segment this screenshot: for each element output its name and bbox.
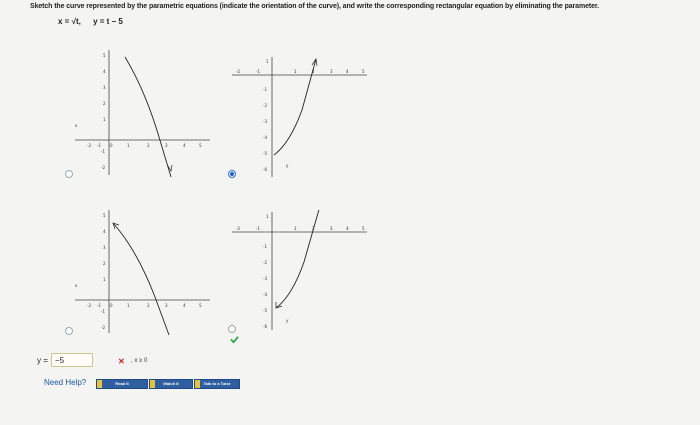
radio-option-b[interactable] xyxy=(228,170,236,178)
graph-b-ytick: -4 xyxy=(263,135,267,140)
graph-d-plot: -2 -1 1 2 3 4 5 1 -1 -2 -3 -4 -5 -6 y xyxy=(232,210,367,330)
answer-label: y = xyxy=(37,355,48,365)
graph-c-xtick: -2 xyxy=(87,303,91,308)
graph-c-curve xyxy=(112,222,170,336)
domain-restriction: , x ≥ 0 xyxy=(131,358,148,364)
graph-a-xtick: 5 xyxy=(199,143,202,148)
graph-d-ytick: -1 xyxy=(263,244,267,249)
graph-c-xlabel: x xyxy=(75,283,78,288)
graph-a-xtick: 1 xyxy=(127,143,130,148)
graph-a-xtick: 4 xyxy=(183,143,186,148)
graph-a-plot: -2 -1 0 1 2 3 4 5 5 4 3 2 1 -1 -2 x xyxy=(75,50,210,178)
graph-d-ytick: -3 xyxy=(263,276,267,281)
graph-a-xtick: 2 xyxy=(147,143,150,148)
graph-c-ytick: -2 xyxy=(101,325,105,330)
graph-d-curve xyxy=(275,210,320,309)
graph-b-ytick: -6 xyxy=(263,167,267,172)
equation-x: x = √t, xyxy=(58,17,81,26)
graph-a-xtick: 0 xyxy=(110,143,113,148)
graph-b-ytick: -3 xyxy=(263,119,267,124)
parametric-equations: x = √t, y = t − 5 xyxy=(58,17,133,26)
graph-b-ylabel: y xyxy=(286,163,289,168)
graph-b-xtick: -2 xyxy=(236,69,240,74)
graph-option-d[interactable]: -2 -1 1 2 3 4 5 1 -1 -2 -3 -4 -5 -6 y xyxy=(232,210,372,335)
talk-to-tutor-button[interactable]: Talk to a Tutor xyxy=(194,379,240,389)
graph-a-xtick: -2 xyxy=(87,143,91,148)
graph-a-ytick: 1 xyxy=(103,117,106,122)
graph-b-ytick: -2 xyxy=(263,103,267,108)
question-prompt: Sketch the curve represented by the para… xyxy=(30,3,599,10)
graph-c-xtick: 5 xyxy=(199,303,202,308)
graph-a-xtick: 3 xyxy=(165,143,168,148)
read-it-button[interactable]: Read It xyxy=(96,379,148,389)
graph-d-ytick: -4 xyxy=(263,292,267,297)
graph-b-xtick: 4 xyxy=(346,69,349,74)
graph-d-ylabel: y xyxy=(286,318,289,323)
graph-d-ytick: 1 xyxy=(266,214,269,219)
graph-b-ytick: -1 xyxy=(263,87,267,92)
graph-d-xtick: -2 xyxy=(236,226,240,231)
correct-check-icon xyxy=(230,336,239,344)
graph-c-xtick: 4 xyxy=(183,303,186,308)
graph-d-xtick: 1 xyxy=(294,226,297,231)
graph-c-ytick: 3 xyxy=(103,245,106,250)
graph-a-ytick: 3 xyxy=(103,85,106,90)
incorrect-x-icon: ✕ xyxy=(118,357,125,366)
graph-c-ytick: -1 xyxy=(101,309,105,314)
watch-it-button[interactable]: Watch It xyxy=(149,379,193,389)
answer-row: y = −5 xyxy=(37,353,93,367)
graph-a-xlabel: x xyxy=(75,123,78,128)
graph-option-a[interactable]: -2 -1 0 1 2 3 4 5 5 4 3 2 1 -1 -2 x xyxy=(75,45,215,185)
need-help-label: Need Help? xyxy=(44,378,87,387)
graph-b-ytick: 1 xyxy=(266,59,269,64)
graph-b-xtick: 1 xyxy=(294,69,297,74)
graph-a-curve xyxy=(124,56,172,178)
graph-d-xtick: 4 xyxy=(346,226,349,231)
graph-c-ytick: 4 xyxy=(103,229,106,234)
graph-b-xtick: 5 xyxy=(362,69,365,74)
graph-c-xtick: 3 xyxy=(165,303,168,308)
graph-a-ytick: 2 xyxy=(103,101,106,106)
graph-option-c[interactable]: -2 -1 0 1 2 3 4 5 5 4 3 2 1 -1 -2 x xyxy=(75,205,215,340)
graph-b-xtick: -1 xyxy=(256,69,260,74)
graph-d-xtick: 5 xyxy=(362,226,365,231)
radio-option-c[interactable] xyxy=(65,327,73,335)
graph-d-ytick: -6 xyxy=(263,324,267,329)
graph-c-xtick: 2 xyxy=(147,303,150,308)
equation-y: y = t − 5 xyxy=(93,17,123,26)
radio-option-a[interactable] xyxy=(65,170,73,178)
graph-d-xtick: -1 xyxy=(256,226,260,231)
graph-c-ytick: 5 xyxy=(103,213,106,218)
graph-option-b[interactable]: -2 -1 1 2 3 4 5 1 -1 -2 -3 -4 -5 -6 y xyxy=(232,55,372,180)
graph-b-xtick: 3 xyxy=(330,69,333,74)
graph-c-ytick: 1 xyxy=(103,277,106,282)
graph-a-ytick: -1 xyxy=(101,149,105,154)
graph-d-ytick: -2 xyxy=(263,260,267,265)
graph-c-ytick: 2 xyxy=(103,261,106,266)
graph-a-ytick: 4 xyxy=(103,69,106,74)
graph-d-ytick: -5 xyxy=(263,308,267,313)
graph-a-ytick: 5 xyxy=(103,53,106,58)
graph-b-plot: -2 -1 1 2 3 4 5 1 -1 -2 -3 -4 -5 -6 y xyxy=(232,57,367,177)
graph-c-xtick: -1 xyxy=(97,303,101,308)
radio-option-d[interactable] xyxy=(228,325,236,333)
graph-c-xtick: 0 xyxy=(110,303,113,308)
graph-b-ytick: -5 xyxy=(263,151,267,156)
graph-c-plot: -2 -1 0 1 2 3 4 5 5 4 3 2 1 -1 -2 x xyxy=(75,210,210,336)
graph-a-ytick: -2 xyxy=(101,165,105,170)
rectangular-equation-input[interactable]: −5 xyxy=(50,353,93,367)
graph-a-xtick: -1 xyxy=(97,143,101,148)
graph-d-xtick: 3 xyxy=(330,226,333,231)
graph-c-xtick: 1 xyxy=(127,303,130,308)
